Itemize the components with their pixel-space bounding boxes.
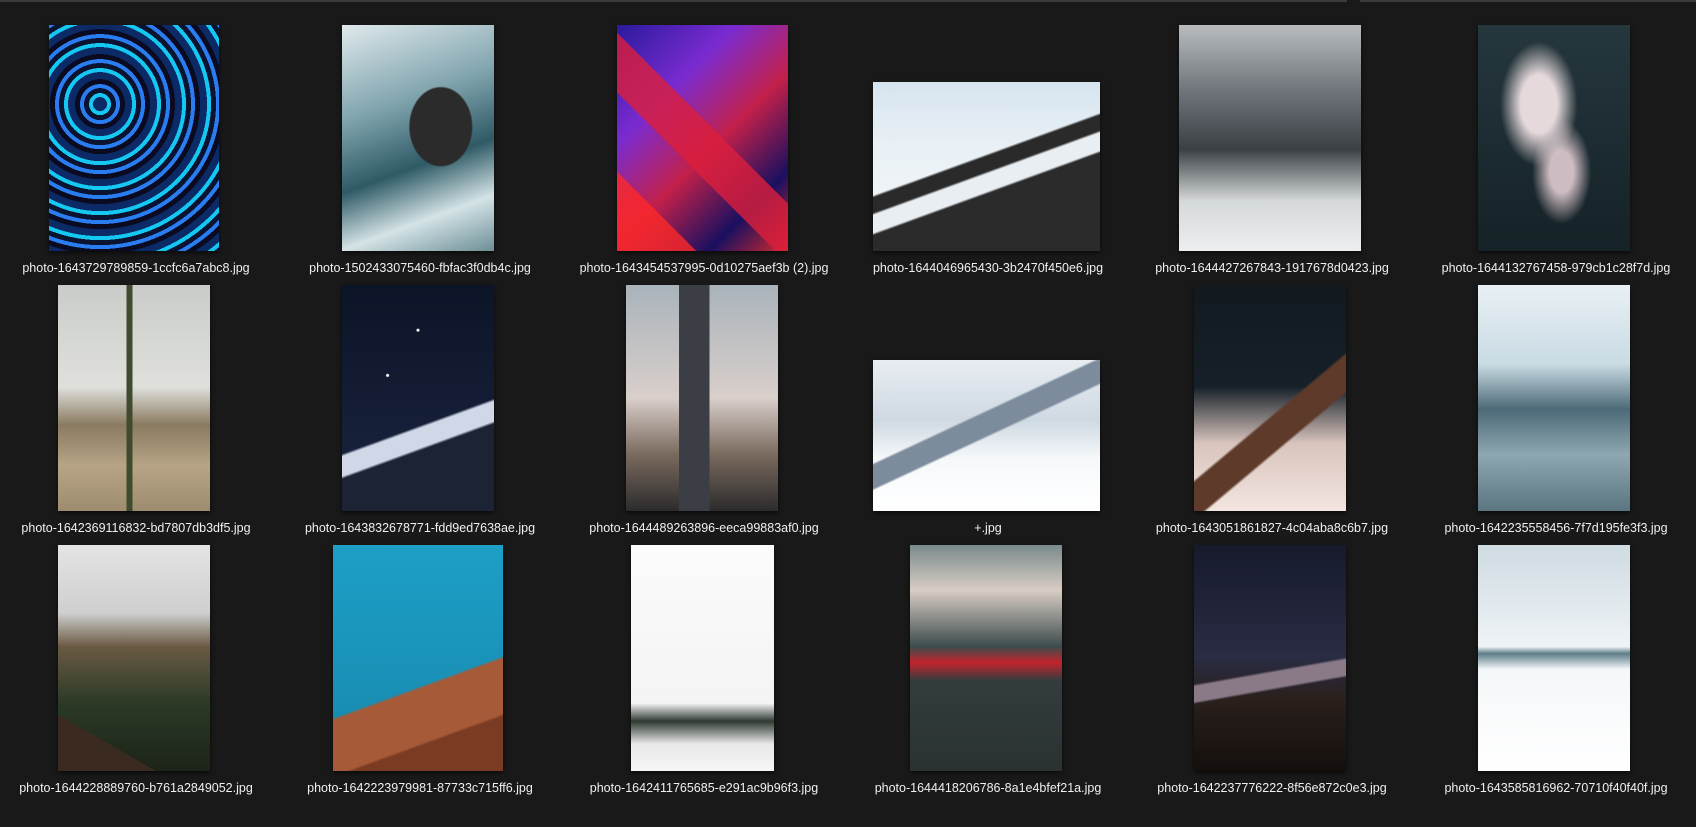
file-name[interactable]: photo-1644228889760-b761a2849052.jpg bbox=[0, 780, 278, 796]
file-item[interactable]: photo-1642235558456-7f7d195fe3f3.jpg bbox=[1414, 268, 1696, 535]
file-item[interactable]: photo-1644046965430-3b2470f450e6.jpg bbox=[846, 8, 1130, 275]
file-thumbnail[interactable] bbox=[1478, 25, 1630, 251]
file-thumbnail[interactable] bbox=[333, 545, 503, 771]
file-item[interactable]: photo-1643832678771-fdd9ed7638ae.jpg bbox=[278, 268, 562, 535]
file-item[interactable]: photo-1642411765685-e291ac9b96f3.jpg bbox=[562, 528, 846, 795]
file-item[interactable]: photo-1643454537995-0d10275aef3b (2).jpg bbox=[562, 8, 846, 275]
file-thumbnail[interactable] bbox=[626, 285, 778, 511]
file-item[interactable]: photo-1643051861827-4c04aba8c6b7.jpg bbox=[1130, 268, 1414, 535]
file-item[interactable]: photo-1642237776222-8f56e872c0e3.jpg bbox=[1130, 528, 1414, 795]
file-item[interactable]: photo-1644418206786-8a1e4bfef21a.jpg bbox=[846, 528, 1130, 795]
file-grid: photo-1643729789859-1ccfc6a7abc8.jpg pho… bbox=[0, 0, 1696, 827]
file-thumbnail[interactable] bbox=[910, 545, 1062, 771]
file-thumbnail[interactable] bbox=[342, 285, 494, 511]
file-thumbnail[interactable] bbox=[58, 285, 210, 511]
file-thumbnail[interactable] bbox=[1478, 545, 1630, 771]
file-thumbnail[interactable] bbox=[49, 25, 219, 251]
file-item[interactable]: photo-1644489263896-eeca99883af0.jpg bbox=[562, 268, 846, 535]
file-name[interactable]: photo-1643585816962-70710f40f40f.jpg bbox=[1414, 780, 1696, 796]
file-thumbnail[interactable] bbox=[1179, 25, 1361, 251]
file-name[interactable]: photo-1642223979981-87733c715ff6.jpg bbox=[278, 780, 562, 796]
file-item[interactable]: photo-1642369116832-bd7807db3df5.jpg bbox=[0, 268, 278, 535]
file-thumbnail[interactable] bbox=[631, 545, 774, 771]
file-item[interactable]: photo-1644228889760-b761a2849052.jpg bbox=[0, 528, 278, 795]
file-thumbnail[interactable] bbox=[1194, 285, 1346, 511]
file-name[interactable]: photo-1642411765685-e291ac9b96f3.jpg bbox=[562, 780, 846, 796]
file-thumbnail[interactable] bbox=[1194, 545, 1346, 771]
file-thumbnail[interactable] bbox=[1478, 285, 1630, 511]
file-item[interactable]: photo-1502433075460-fbfac3f0db4c.jpg bbox=[278, 8, 562, 275]
file-thumbnail[interactable] bbox=[58, 545, 210, 771]
file-item[interactable]: photo-1644427267843-1917678d0423.jpg bbox=[1130, 8, 1414, 275]
file-name[interactable]: photo-1642237776222-8f56e872c0e3.jpg bbox=[1130, 780, 1414, 796]
file-item[interactable]: photo-1643585816962-70710f40f40f.jpg bbox=[1414, 528, 1696, 795]
file-item[interactable]: photo-1644132767458-979cb1c28f7d.jpg bbox=[1414, 8, 1696, 275]
file-item[interactable]: photo-1642223979981-87733c715ff6.jpg bbox=[278, 528, 562, 795]
file-thumbnail[interactable] bbox=[873, 82, 1100, 251]
file-item[interactable]: +.jpg bbox=[846, 268, 1130, 535]
file-thumbnail[interactable] bbox=[873, 360, 1100, 511]
file-thumbnail[interactable] bbox=[342, 25, 494, 251]
file-item[interactable]: photo-1643729789859-1ccfc6a7abc8.jpg bbox=[0, 8, 278, 275]
file-name[interactable]: photo-1644418206786-8a1e4bfef21a.jpg bbox=[846, 780, 1130, 796]
file-thumbnail[interactable] bbox=[617, 25, 788, 251]
